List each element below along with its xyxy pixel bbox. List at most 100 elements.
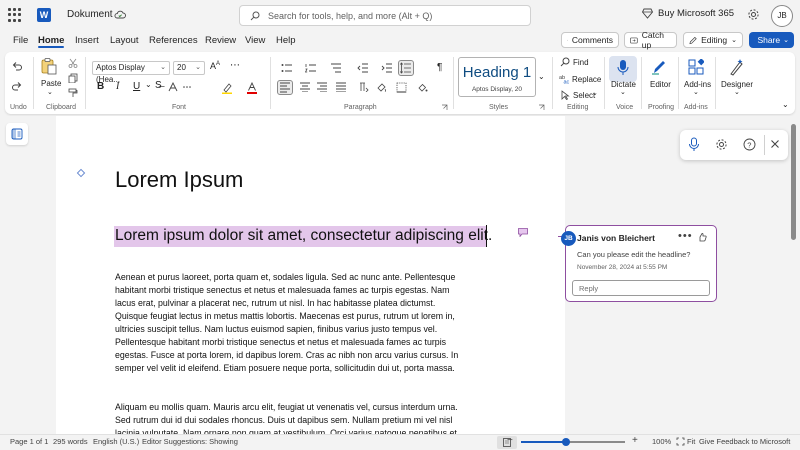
page-count[interactable]: Page 1 of 1 — [10, 437, 48, 446]
more-font-options-icon[interactable]: ⋯ — [230, 60, 240, 71]
share-button[interactable]: Share ⌄ — [749, 32, 794, 48]
more-options-icon[interactable]: ••• — [678, 230, 693, 242]
language-indicator[interactable]: English (U.S.) — [93, 437, 139, 446]
tab-review[interactable]: Review — [205, 35, 236, 46]
zoom-level[interactable]: 100% — [652, 437, 671, 446]
numbering-icon[interactable] — [305, 63, 317, 73]
strikethrough-icon[interactable]: S̶ — [155, 80, 162, 91]
settings-gear-icon[interactable] — [715, 138, 728, 151]
settings-gear-icon[interactable] — [747, 8, 760, 21]
format-painter-icon[interactable] — [68, 88, 78, 98]
word-count[interactable]: 295 words — [53, 437, 88, 446]
align-center-icon[interactable] — [299, 82, 311, 92]
redo-icon[interactable] — [11, 80, 23, 92]
editor-label[interactable]: Editor — [650, 80, 671, 89]
comment-marker-icon[interactable] — [518, 228, 528, 237]
line-spacing-button[interactable] — [398, 60, 414, 76]
navigation-pane-button[interactable] — [6, 123, 28, 145]
app-launcher-icon[interactable] — [8, 8, 22, 22]
help-icon[interactable]: ? — [743, 138, 756, 151]
tab-file[interactable]: File — [13, 35, 28, 46]
chevron-down-icon[interactable]: ⌄ — [47, 88, 53, 96]
replace-icon[interactable]: ab ac — [559, 73, 570, 84]
catch-up-button[interactable]: Catch up — [624, 30, 677, 50]
document-title-text[interactable]: Lorem Ipsum — [115, 167, 243, 193]
vertical-scrollbar[interactable] — [791, 124, 796, 240]
undo-icon[interactable] — [11, 60, 23, 72]
replace-label[interactable]: Replace — [572, 75, 601, 84]
body-paragraph-2[interactable]: Aliquam eu mollis quam. Mauris arcu elit… — [115, 401, 495, 435]
increase-indent-icon[interactable] — [381, 63, 393, 73]
italic-button[interactable]: I — [116, 81, 119, 92]
add-ins-icon[interactable] — [688, 59, 704, 75]
tab-help[interactable]: Help — [276, 35, 296, 46]
underline-button[interactable]: U — [133, 81, 140, 92]
designer-icon[interactable] — [729, 58, 745, 76]
multilevel-list-icon[interactable] — [330, 63, 342, 73]
headline-text[interactable]: Lorem ipsum dolor sit amet, consectetur … — [115, 227, 492, 245]
find-label[interactable]: Find — [573, 58, 589, 67]
editing-mode-button[interactable]: Editing ⌄ — [683, 32, 743, 48]
bullets-icon[interactable] — [281, 63, 293, 73]
font-size-select[interactable]: 20 ⌄ — [173, 61, 205, 75]
highlighter-icon[interactable] — [221, 82, 233, 94]
chevron-down-icon[interactable]: ⌄ — [538, 72, 545, 81]
tab-layout[interactable]: Layout — [110, 35, 139, 46]
fill-color-icon[interactable] — [417, 82, 428, 93]
microphone-icon[interactable] — [616, 59, 630, 77]
tab-home[interactable]: Home — [38, 35, 64, 46]
tab-references[interactable]: References — [149, 35, 198, 46]
cut-icon[interactable] — [68, 58, 78, 68]
chevron-down-icon[interactable]: ⌄ — [734, 88, 740, 96]
react-icon[interactable] — [698, 232, 707, 242]
tab-insert[interactable]: Insert — [75, 35, 99, 46]
more-icon[interactable] — [182, 82, 192, 92]
chevron-down-icon[interactable]: ⌄ — [592, 89, 598, 97]
chevron-down-icon[interactable]: ⌄ — [693, 88, 699, 96]
user-avatar[interactable]: JB — [771, 5, 793, 27]
close-icon[interactable] — [770, 139, 780, 149]
shading-icon[interactable] — [376, 82, 388, 93]
editor-icon[interactable] — [651, 58, 667, 76]
fit-button[interactable]: Fit — [687, 437, 695, 446]
document-title[interactable]: Dokument — [67, 9, 113, 20]
reply-input[interactable] — [572, 280, 710, 296]
zoom-slider-thumb[interactable] — [561, 438, 570, 446]
tab-view[interactable]: View — [245, 35, 265, 46]
chevron-down-icon[interactable]: ⌄ — [620, 88, 626, 96]
editor-suggestions[interactable]: Editor Suggestions: Showing — [142, 437, 238, 446]
chevron-down-icon[interactable]: ⌄ — [145, 80, 152, 89]
copy-icon[interactable] — [68, 73, 78, 83]
feedback-link[interactable]: Give Feedback to Microsoft — [699, 437, 790, 446]
paste-label[interactable]: Paste — [41, 79, 61, 88]
decrease-indent-icon[interactable] — [357, 63, 369, 73]
text-direction-icon[interactable] — [357, 82, 369, 92]
cloud-saved-icon[interactable] — [114, 9, 126, 21]
align-left-button[interactable] — [277, 80, 293, 95]
dialog-launcher-icon[interactable] — [441, 104, 448, 111]
search-box[interactable] — [239, 5, 531, 26]
dialog-launcher-icon[interactable] — [538, 104, 545, 111]
font-name-select[interactable]: Aptos Display (Hea... ⌄ — [92, 61, 170, 84]
word-icon[interactable]: W — [37, 8, 51, 22]
align-right-icon[interactable] — [316, 82, 328, 92]
bold-button[interactable]: B — [97, 81, 104, 92]
fit-icon[interactable] — [676, 437, 685, 446]
find-icon[interactable] — [560, 57, 570, 67]
font-color-icon[interactable] — [246, 82, 258, 94]
paste-icon[interactable] — [40, 57, 58, 75]
font-color-a-icon[interactable]: AA — [210, 61, 220, 71]
borders-icon[interactable] — [396, 82, 407, 93]
body-paragraph-1[interactable]: Aenean et purus laoreet, porta quam et, … — [115, 271, 495, 375]
buy-microsoft-365-button[interactable]: Buy Microsoft 365 — [642, 8, 734, 19]
style-heading-1[interactable]: Heading 1 Aptos Display, 20 — [458, 57, 536, 97]
justify-icon[interactable] — [335, 82, 347, 92]
collapse-ribbon-icon[interactable]: ⌄ — [782, 100, 789, 109]
zoom-in-button[interactable]: + — [632, 435, 638, 446]
clear-formatting-icon[interactable] — [168, 82, 178, 92]
search-input[interactable] — [268, 9, 523, 23]
show-paragraph-marks-icon[interactable]: ¶ — [437, 62, 442, 73]
zoom-out-button[interactable]: − — [507, 435, 513, 446]
select-icon[interactable] — [560, 90, 570, 100]
microphone-icon[interactable] — [688, 137, 700, 153]
